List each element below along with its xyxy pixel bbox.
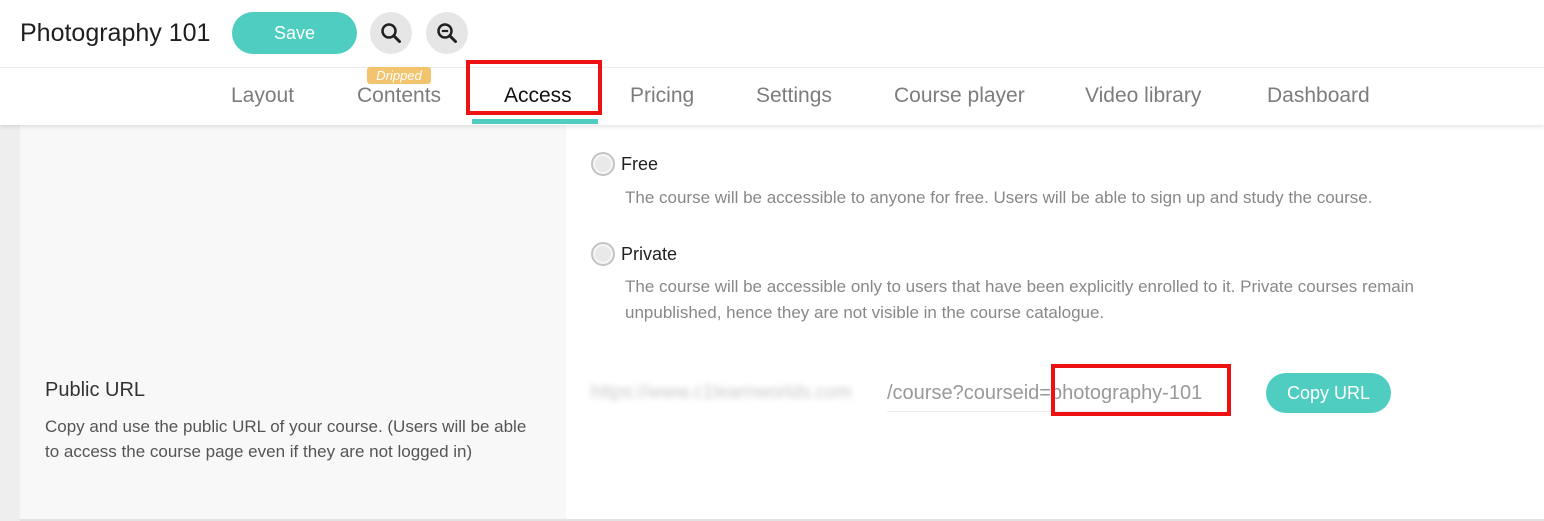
section-label-panel: Public URL Copy and use the public URL o… bbox=[20, 125, 566, 521]
tab-dashboard[interactable]: Dashboard bbox=[1267, 82, 1370, 110]
private-label[interactable]: Private bbox=[621, 242, 677, 266]
free-description: The course will be accessible to anyone … bbox=[625, 188, 1373, 207]
top-bar: Photography 101 Save bbox=[0, 0, 1544, 67]
tab-course-player[interactable]: Course player bbox=[894, 82, 1025, 110]
tab-layout[interactable]: Layout bbox=[231, 82, 294, 110]
url-domain-blurred: https://www.c1learnworlds.com bbox=[591, 382, 852, 403]
course-id-highlight-box bbox=[1051, 364, 1231, 416]
tab-pricing[interactable]: Pricing bbox=[630, 82, 694, 110]
private-description: The course will be accessible only to us… bbox=[625, 277, 1414, 322]
tab-settings[interactable]: Settings bbox=[756, 82, 832, 110]
zoom-out-icon[interactable] bbox=[426, 12, 468, 54]
save-button[interactable]: Save bbox=[232, 12, 357, 54]
tab-video-library[interactable]: Video library bbox=[1085, 82, 1201, 110]
public-url-description: Copy and use the public URL of your cour… bbox=[45, 417, 527, 461]
public-url-title: Public URL bbox=[45, 379, 146, 401]
access-option-free[interactable]: Free bbox=[591, 152, 658, 176]
access-tab-highlight-box bbox=[466, 60, 602, 115]
active-tab-indicator bbox=[472, 119, 598, 124]
search-icon[interactable] bbox=[370, 12, 412, 54]
free-radio[interactable] bbox=[591, 152, 615, 176]
course-title: Photography 101 bbox=[20, 19, 211, 47]
copy-url-button[interactable]: Copy URL bbox=[1266, 373, 1391, 413]
access-option-private[interactable]: Private bbox=[591, 242, 677, 266]
url-path: /course?courseid= bbox=[887, 382, 1051, 404]
free-label[interactable]: Free bbox=[621, 152, 658, 176]
tab-contents[interactable]: Contents bbox=[357, 82, 441, 110]
left-edge-strip bbox=[0, 125, 20, 521]
private-radio[interactable] bbox=[591, 242, 615, 266]
tab-bar: Layout Dripped Contents Access Pricing S… bbox=[0, 60, 1544, 125]
